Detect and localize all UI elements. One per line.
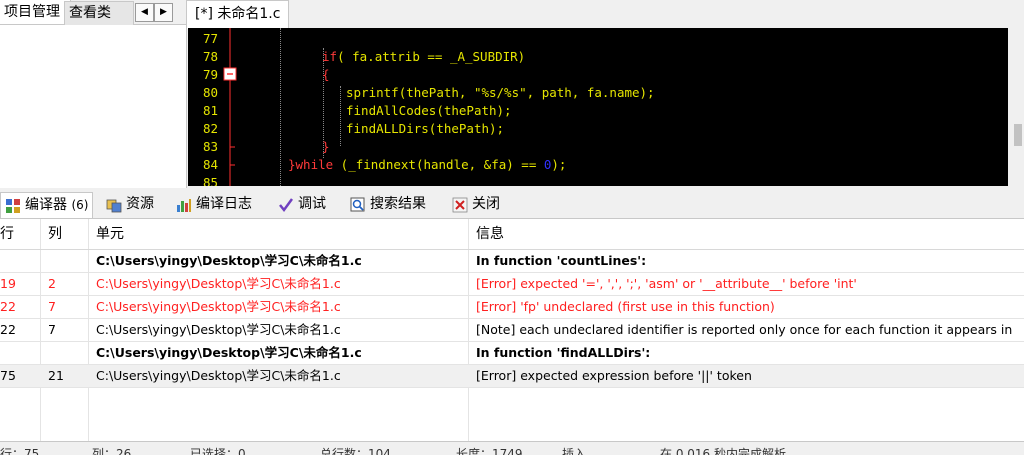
scroll-thumb[interactable] xyxy=(1014,124,1022,146)
header-unit[interactable]: 单元 xyxy=(96,223,124,245)
code-line-78: if( fa.attrib == _A_SUBDIR) xyxy=(322,49,526,64)
table-row[interactable]: 19 2 C:\Users\yingy\Desktop\学习C\未命名1.c [… xyxy=(0,273,1024,296)
cell-column: 21 xyxy=(48,368,64,383)
tab-project-manager[interactable]: 项目管理 xyxy=(0,0,71,24)
tab-search-results-label: 搜索结果 xyxy=(370,196,426,212)
tab-compile-log[interactable]: 编译日志 xyxy=(172,192,256,217)
cell-line: 22 xyxy=(0,299,16,314)
status-parse-message: 在 0.016 秒内完成解析 xyxy=(660,447,786,455)
code-editor[interactable]: 77 78 79 80 81 82 83 84 85 if( fa.attrib… xyxy=(188,28,1008,186)
cell-unit: C:\Users\yingy\Desktop\学习C\未命名1.c xyxy=(96,253,362,268)
tab-search-results[interactable]: 搜索结果 xyxy=(346,192,430,217)
editor-vertical-scrollbar[interactable] xyxy=(1012,28,1024,186)
status-total-lines: 总行数：104 xyxy=(320,447,391,455)
resources-icon xyxy=(106,199,122,213)
tab-scroll-right-icon[interactable]: ▶ xyxy=(154,3,173,22)
table-header: 行 列 单元 信息 xyxy=(0,219,1024,250)
status-selected: 已选择：0 xyxy=(190,447,246,455)
compiler-messages-table: 行 列 单元 信息 C:\Users\yingy\Desktop\学习C\未命名… xyxy=(0,219,1024,441)
indent-guide xyxy=(340,86,341,146)
status-line: 行：75 xyxy=(0,447,40,455)
project-panel: 项目管理 查看类 ◀ ▶ xyxy=(0,0,187,188)
editor-tab-bar: [*] 未命名1.c xyxy=(186,0,1024,29)
tab-compiler-count: (6) xyxy=(71,198,89,212)
cell-message: [Error] 'fp' undeclared (first use in th… xyxy=(476,299,775,314)
compiler-grid-icon xyxy=(6,199,20,213)
cell-line: 19 xyxy=(0,276,16,291)
code-line-79: { xyxy=(322,67,330,82)
tab-resources-label: 资源 xyxy=(126,196,154,212)
cell-message: [Error] expected '=', ',', ';', 'asm' or… xyxy=(476,276,857,291)
code-line-83: } xyxy=(322,139,330,154)
fold-markers xyxy=(223,28,237,186)
table-row[interactable]: C:\Users\yingy\Desktop\学习C\未命名1.c In fun… xyxy=(0,342,1024,365)
tab-scroll-left-icon[interactable]: ◀ xyxy=(135,3,154,22)
status-column: 列：26 xyxy=(92,447,132,455)
tab-close-label: 关闭 xyxy=(472,196,500,212)
code-line-80: sprintf(thePath, "%s/%s", path, fa.name)… xyxy=(346,85,655,100)
close-icon xyxy=(452,197,468,213)
cell-unit: C:\Users\yingy\Desktop\学习C\未命名1.c xyxy=(96,368,341,383)
table-row[interactable]: C:\Users\yingy\Desktop\学习C\未命名1.c In fun… xyxy=(0,250,1024,273)
tab-compiler[interactable]: 编译器 (6) xyxy=(0,192,94,218)
status-bar: 行：75 列：26 已选择：0 总行数：104 长度：1749 插入 在 0.0… xyxy=(0,441,1024,455)
cell-unit: C:\Users\yingy\Desktop\学习C\未命名1.c xyxy=(96,299,341,314)
tab-close[interactable]: 关闭 xyxy=(448,192,504,217)
search-icon xyxy=(350,197,365,212)
cell-message: In function 'findALLDirs': xyxy=(476,345,651,360)
tab-compile-log-label: 编译日志 xyxy=(196,196,252,212)
table-row-selected[interactable]: 75 21 C:\Users\yingy\Desktop\学习C\未命名1.c … xyxy=(0,365,1024,388)
bar-chart-icon xyxy=(177,199,191,212)
table-row[interactable]: 22 7 C:\Users\yingy\Desktop\学习C\未命名1.c [… xyxy=(0,319,1024,342)
code-line-82: findALLDirs(thePath); xyxy=(346,121,505,136)
tab-debug[interactable]: 调试 xyxy=(274,192,330,217)
cell-unit: C:\Users\yingy\Desktop\学习C\未命名1.c xyxy=(96,276,341,291)
project-panel-tabs: 项目管理 查看类 ◀ ▶ xyxy=(0,0,186,25)
status-length: 长度：1749 xyxy=(456,447,523,455)
cell-unit: C:\Users\yingy\Desktop\学习C\未命名1.c xyxy=(96,322,341,337)
cell-message: [Note] each undeclared identifier is rep… xyxy=(476,322,1013,337)
tab-untitled-file[interactable]: [*] 未命名1.c xyxy=(186,0,290,29)
tab-compiler-label: 编译器 xyxy=(25,197,67,213)
header-line[interactable]: 行 xyxy=(0,223,14,245)
table-row[interactable]: 22 7 C:\Users\yingy\Desktop\学习C\未命名1.c [… xyxy=(0,296,1024,319)
cell-line: 75 xyxy=(0,368,16,383)
checkmark-icon xyxy=(279,198,294,213)
tab-class-browser[interactable]: 查看类 xyxy=(64,1,134,25)
code-line-84: }while (_findnext(handle, &fa) == 0); xyxy=(288,157,567,172)
cell-message: In function 'countLines': xyxy=(476,253,647,268)
header-message[interactable]: 信息 xyxy=(476,223,504,245)
header-column[interactable]: 列 xyxy=(48,223,62,245)
bottom-panel-tabs: 编译器 (6) 资源 编译日志 调试 搜索结果 关闭 xyxy=(0,190,1024,219)
status-insert-mode: 插入 xyxy=(562,447,587,455)
cell-unit: C:\Users\yingy\Desktop\学习C\未命名1.c xyxy=(96,345,362,360)
tab-resources[interactable]: 资源 xyxy=(102,192,158,217)
cell-column: 2 xyxy=(48,276,56,291)
indent-guide xyxy=(280,28,281,186)
top-area: 项目管理 查看类 ◀ ▶ [*] 未命名1.c 77 78 79 80 81 8… xyxy=(0,0,1024,188)
cell-column: 7 xyxy=(48,322,56,337)
cell-message: [Error] expected expression before '||' … xyxy=(476,368,752,383)
cell-line: 22 xyxy=(0,322,16,337)
tab-debug-label: 调试 xyxy=(298,196,326,212)
code-line-81: findAllCodes(thePath); xyxy=(346,103,512,118)
cell-column: 7 xyxy=(48,299,56,314)
